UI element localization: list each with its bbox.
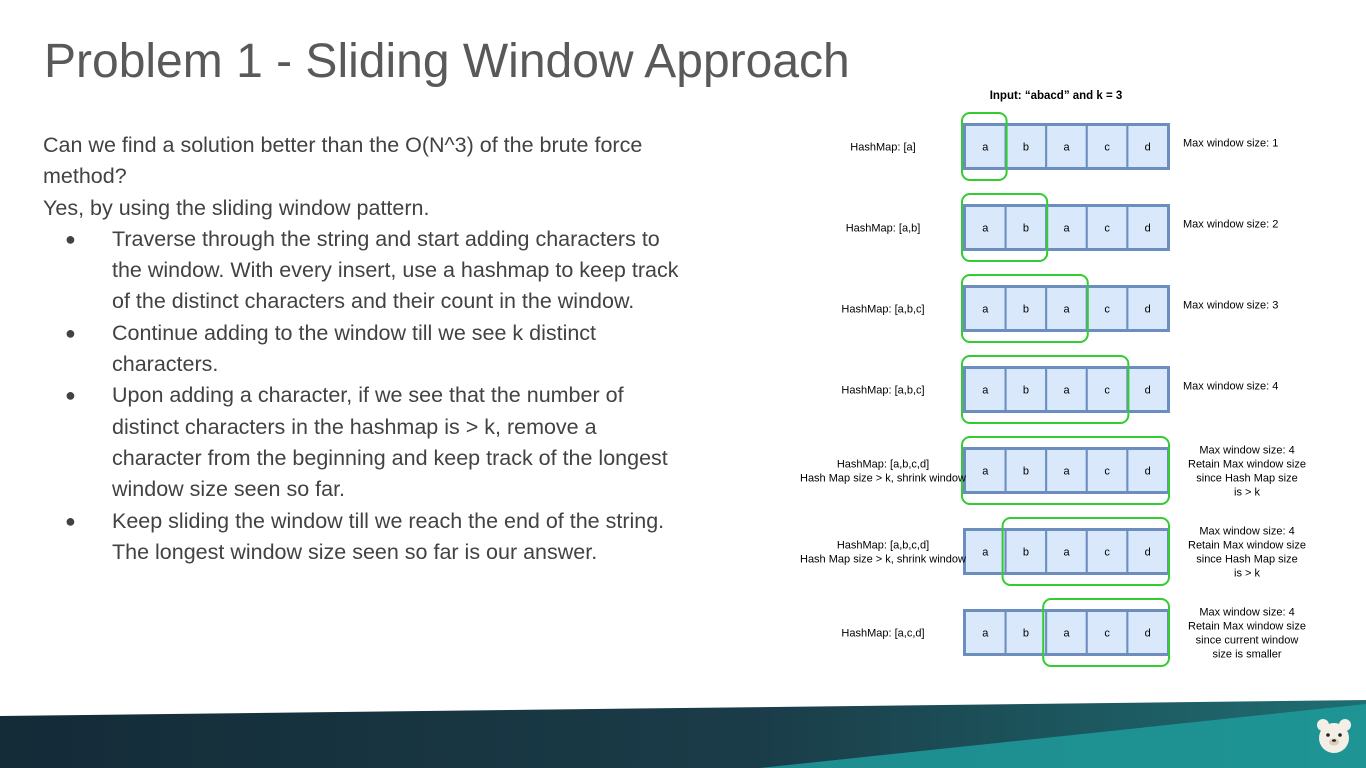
- char-cell-label: a: [982, 628, 989, 640]
- char-cell-label: a: [982, 304, 989, 316]
- char-cell-label: c: [1104, 547, 1110, 559]
- max-window-note: Max window size: 1: [1183, 138, 1278, 150]
- intro-line-1: Can we find a solution better than the O…: [43, 133, 643, 189]
- hashmap-label: Hash Map size > k, shrink window: [800, 554, 966, 566]
- bullet-dot-icon: ●: [65, 510, 76, 531]
- bullet-item: ● Upon adding a character, if we see that…: [43, 380, 683, 505]
- max-window-note: is > k: [1234, 568, 1260, 580]
- char-cell-label: a: [1063, 142, 1070, 154]
- max-window-note: Max window size: 2: [1183, 219, 1278, 231]
- char-cell-label: c: [1104, 223, 1110, 235]
- max-window-note: since Hash Map size: [1196, 473, 1298, 485]
- char-cell-label: a: [1063, 466, 1070, 478]
- hashmap-label: Hash Map size > k, shrink window: [800, 473, 966, 485]
- sliding-window-diagram: Input: “abacd” and k = 3 a b a c d HashMap: […: [800, 90, 1306, 667]
- hashmap-label: HashMap: [a,b,c]: [841, 385, 924, 397]
- bullet-dot-icon: ●: [65, 385, 76, 406]
- max-window-note: Max window size: 4: [1199, 607, 1294, 619]
- max-window-note: since Hash Map size: [1196, 554, 1298, 566]
- char-cell-label: a: [1063, 547, 1070, 559]
- char-cell-label: b: [1023, 223, 1029, 235]
- char-cell-label: d: [1145, 304, 1151, 316]
- bullet-dot-icon: ●: [65, 322, 76, 343]
- intro-line-2: Yes, by using the sliding window pattern…: [43, 195, 430, 220]
- char-cell-label: a: [982, 466, 989, 478]
- char-cell-label: b: [1023, 304, 1029, 316]
- bullet-item: ● Keep sliding the window till we reach t…: [43, 506, 683, 569]
- char-cell-label: c: [1104, 385, 1110, 397]
- bullet-text: Traverse through the string and start ad…: [112, 226, 679, 314]
- bear-mascot-icon: [1317, 719, 1351, 753]
- char-cell-label: c: [1104, 304, 1110, 316]
- max-window-note: Max window size: 4: [1183, 381, 1278, 393]
- hashmap-label: HashMap: [a,b,c,d]: [837, 459, 929, 471]
- char-cell-label: b: [1023, 385, 1029, 397]
- max-window-note: since current window: [1196, 635, 1299, 647]
- char-cell-label: d: [1145, 385, 1151, 397]
- char-cell-label: a: [1063, 385, 1070, 397]
- bullet-dot-icon: ●: [65, 228, 76, 249]
- char-cell-label: c: [1104, 628, 1110, 640]
- char-cell-label: d: [1145, 547, 1151, 559]
- char-cell-label: d: [1145, 466, 1151, 478]
- char-cell-label: b: [1023, 547, 1029, 559]
- footer-band: [0, 700, 1366, 768]
- max-window-note: Max window size: 3: [1183, 300, 1278, 312]
- char-cell-label: b: [1023, 142, 1029, 154]
- char-cell-label: a: [982, 385, 989, 397]
- char-cell-label: a: [982, 142, 989, 154]
- char-cell-label: c: [1104, 142, 1110, 154]
- hashmap-label: HashMap: [a,b,c,d]: [837, 540, 929, 552]
- max-window-note: Max window size: 4: [1199, 526, 1294, 538]
- char-cell-label: d: [1145, 142, 1151, 154]
- char-cell-label: a: [982, 223, 989, 235]
- char-cell-label: d: [1145, 223, 1151, 235]
- bullet-text: Upon adding a character, if we see that …: [112, 383, 668, 502]
- hashmap-label: HashMap: [a,b,c]: [841, 304, 924, 316]
- max-window-note: size is smaller: [1212, 649, 1281, 661]
- char-cell-label: d: [1145, 628, 1151, 640]
- max-window-note: Retain Max window size: [1188, 459, 1306, 471]
- max-window-note: Retain Max window size: [1188, 621, 1306, 633]
- hashmap-label: HashMap: [a]: [850, 142, 915, 154]
- char-cell-label: c: [1104, 466, 1110, 478]
- char-cell-label: a: [1063, 223, 1070, 235]
- bullet-item: ● Traverse through the string and start a…: [43, 224, 683, 318]
- max-window-note: is > k: [1234, 487, 1260, 499]
- char-cell-label: b: [1023, 628, 1029, 640]
- bullet-item: ● Continue adding to the window till we s…: [43, 318, 683, 381]
- char-cell-label: a: [1063, 304, 1070, 316]
- max-window-note: Max window size: 4: [1199, 445, 1294, 457]
- slide-body: Can we find a solution better than the O…: [43, 130, 683, 568]
- hashmap-label: HashMap: [a,b]: [846, 223, 921, 235]
- bullet-list: ● Traverse through the string and start a…: [43, 224, 683, 568]
- char-cell-label: b: [1023, 466, 1029, 478]
- char-cell-label: a: [1063, 628, 1070, 640]
- slide-title: Problem 1 - Sliding Window Approach: [44, 35, 850, 88]
- char-cell-label: a: [982, 547, 989, 559]
- max-window-note: Retain Max window size: [1188, 540, 1306, 552]
- bullet-text: Continue adding to the window till we se…: [112, 320, 597, 377]
- hashmap-label: HashMap: [a,c,d]: [841, 628, 924, 640]
- diagram-input-label: Input: “abacd” and k = 3: [990, 90, 1123, 102]
- bullet-text: Keep sliding the window till we reach th…: [112, 508, 665, 564]
